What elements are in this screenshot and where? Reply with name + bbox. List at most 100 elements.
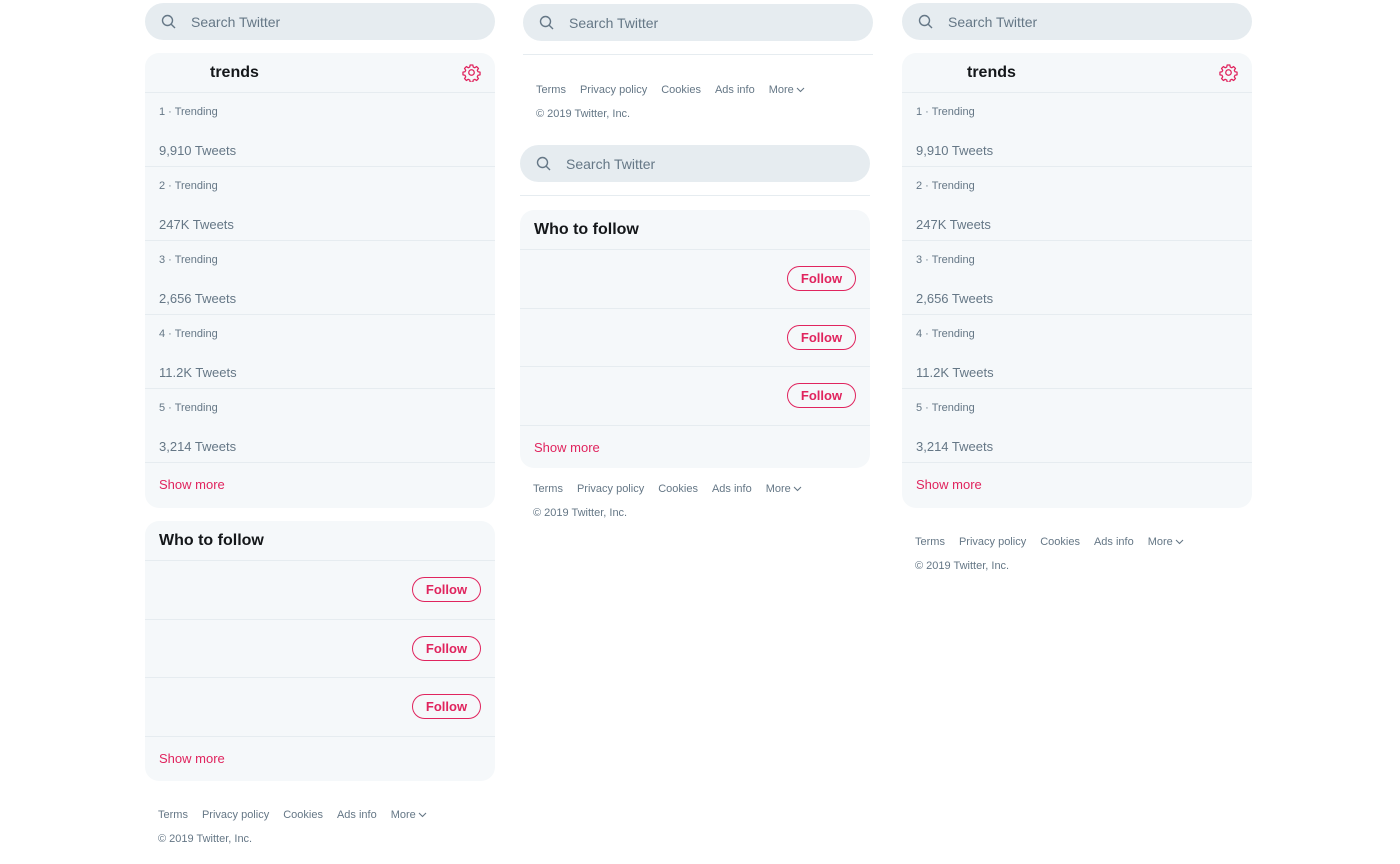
follow-suggestion[interactable]: Follow xyxy=(520,250,870,309)
trend-item[interactable]: 4 · Trending 11.2K Tweets xyxy=(145,315,495,389)
footer-link-more: More xyxy=(765,483,791,495)
trend-item[interactable]: 3 · Trending 2,656 Tweets xyxy=(145,241,495,315)
trend-item[interactable]: 1 · Trending 9,910 Tweets xyxy=(902,93,1252,167)
footer-more-menu[interactable]: More xyxy=(766,483,802,495)
divider xyxy=(523,54,873,55)
trend-meta: 3 · Trending xyxy=(159,254,218,266)
who-to-follow-card: Who to follow Follow Follow Follow Show … xyxy=(520,210,870,468)
follow-button[interactable]: Follow xyxy=(412,635,481,661)
who-to-follow-title: Who to follow xyxy=(534,220,639,238)
footer-links: Terms Privacy policy Cookies Ads info Mo… xyxy=(158,809,441,821)
who-to-follow-card: Who to follow Follow Follow Follow Show … xyxy=(145,521,495,781)
trend-count: 3,214 Tweets xyxy=(159,439,237,454)
search-bar[interactable] xyxy=(523,4,873,41)
footer: Terms Privacy policy Cookies Ads info Mo… xyxy=(915,536,1198,572)
follow-button[interactable]: Follow xyxy=(787,324,856,350)
footer-links: Terms Privacy policy Cookies Ads info Mo… xyxy=(533,483,816,495)
trends-title: trends xyxy=(967,63,1016,81)
footer-link-ads-info[interactable]: Ads info xyxy=(712,483,752,495)
trend-item[interactable]: 2 · Trending 247K Tweets xyxy=(145,167,495,241)
trends-show-more-link[interactable]: Show more xyxy=(902,463,1252,506)
who-to-follow-header: Who to follow xyxy=(520,210,870,250)
search-input[interactable] xyxy=(569,14,829,31)
search-bar[interactable] xyxy=(520,145,870,182)
footer-link-ads-info[interactable]: Ads info xyxy=(337,809,377,821)
follow-button[interactable]: Follow xyxy=(787,383,856,409)
footer-link-ads-info[interactable]: Ads info xyxy=(1094,536,1134,548)
search-bar[interactable] xyxy=(902,3,1252,40)
gear-icon[interactable] xyxy=(462,63,481,82)
footer-more-menu[interactable]: More xyxy=(1148,536,1184,548)
trends-card: trends 1 · Trending 9,910 Tweets 2 · Tren… xyxy=(902,53,1252,508)
trend-item[interactable]: 5 · Trending 3,214 Tweets xyxy=(145,389,495,463)
follow-suggestion[interactable]: Follow xyxy=(145,620,495,678)
footer-link-privacy[interactable]: Privacy policy xyxy=(959,536,1026,548)
trend-item[interactable]: 5 · Trending 3,214 Tweets xyxy=(902,389,1252,463)
trend-meta: 4 · Trending xyxy=(916,328,975,340)
trend-item[interactable]: 1 · Trending 9,910 Tweets xyxy=(145,93,495,167)
follow-suggestion[interactable]: Follow xyxy=(145,678,495,737)
copyright: © 2019 Twitter, Inc. xyxy=(915,560,1010,572)
copyright: © 2019 Twitter, Inc. xyxy=(533,507,628,519)
footer-link-privacy[interactable]: Privacy policy xyxy=(202,809,269,821)
footer-link-terms[interactable]: Terms xyxy=(536,84,566,96)
trend-item[interactable]: 2 · Trending 247K Tweets xyxy=(902,167,1252,241)
footer-link-cookies[interactable]: Cookies xyxy=(1040,536,1080,548)
trend-count: 2,656 Tweets xyxy=(916,291,994,306)
search-bar[interactable] xyxy=(145,3,495,40)
copyright: © 2019 Twitter, Inc. xyxy=(536,108,631,120)
follow-suggestion[interactable]: Follow xyxy=(520,309,870,367)
trend-count: 9,910 Tweets xyxy=(159,143,237,158)
follow-suggestion[interactable]: Follow xyxy=(145,561,495,620)
chevron-down-icon xyxy=(796,87,805,93)
footer: Terms Privacy policy Cookies Ads info Mo… xyxy=(533,483,816,519)
footer-link-cookies[interactable]: Cookies xyxy=(658,483,698,495)
footer-link-privacy[interactable]: Privacy policy xyxy=(577,483,644,495)
trend-item[interactable]: 3 · Trending 2,656 Tweets xyxy=(902,241,1252,315)
trend-count: 247K Tweets xyxy=(159,217,234,232)
trend-meta: 4 · Trending xyxy=(159,328,218,340)
chevron-down-icon xyxy=(1175,539,1184,545)
footer-link-terms[interactable]: Terms xyxy=(915,536,945,548)
follow-button[interactable]: Follow xyxy=(412,577,481,603)
follow-show-more-link[interactable]: Show more xyxy=(520,426,870,469)
footer: Terms Privacy policy Cookies Ads info Mo… xyxy=(536,84,819,120)
footer-links: Terms Privacy policy Cookies Ads info Mo… xyxy=(915,536,1198,548)
trend-item[interactable]: 4 · Trending 11.2K Tweets xyxy=(902,315,1252,389)
trend-meta: 3 · Trending xyxy=(916,254,975,266)
follow-button[interactable]: Follow xyxy=(412,694,481,720)
footer-link-cookies[interactable]: Cookies xyxy=(661,84,701,96)
search-icon xyxy=(161,14,176,28)
footer-link-privacy[interactable]: Privacy policy xyxy=(580,84,647,96)
follow-show-more-link[interactable]: Show more xyxy=(145,737,495,780)
search-icon xyxy=(918,14,933,28)
trend-meta: 2 · Trending xyxy=(916,180,975,192)
search-input[interactable] xyxy=(566,155,826,172)
trend-meta: 1 · Trending xyxy=(159,106,218,118)
footer-link-terms[interactable]: Terms xyxy=(158,809,188,821)
footer-link-cookies[interactable]: Cookies xyxy=(283,809,323,821)
footer-more-menu[interactable]: More xyxy=(391,809,427,821)
footer-link-terms[interactable]: Terms xyxy=(533,483,563,495)
who-to-follow-header: Who to follow xyxy=(145,521,495,561)
footer-link-more: More xyxy=(1147,536,1173,548)
trend-meta: 2 · Trending xyxy=(159,180,218,192)
trend-count: 9,910 Tweets xyxy=(916,143,994,158)
trend-meta: 5 · Trending xyxy=(916,402,975,414)
trend-count: 247K Tweets xyxy=(916,217,991,232)
search-input[interactable] xyxy=(948,13,1208,30)
search-input[interactable] xyxy=(191,13,451,30)
divider xyxy=(520,195,870,196)
chevron-down-icon xyxy=(793,486,802,492)
trend-meta: 1 · Trending xyxy=(916,106,975,118)
trends-show-more-link[interactable]: Show more xyxy=(145,463,495,506)
trends-header: trends xyxy=(902,53,1252,93)
follow-button[interactable]: Follow xyxy=(787,266,856,292)
gear-icon[interactable] xyxy=(1219,63,1238,82)
footer-links: Terms Privacy policy Cookies Ads info Mo… xyxy=(536,84,819,96)
footer-more-menu[interactable]: More xyxy=(769,84,805,96)
footer-link-ads-info[interactable]: Ads info xyxy=(715,84,755,96)
trends-card: trends 1 · Trending 9,910 Tweets 2 · Tren… xyxy=(145,53,495,508)
copyright: © 2019 Twitter, Inc. xyxy=(158,833,253,845)
follow-suggestion[interactable]: Follow xyxy=(520,367,870,426)
